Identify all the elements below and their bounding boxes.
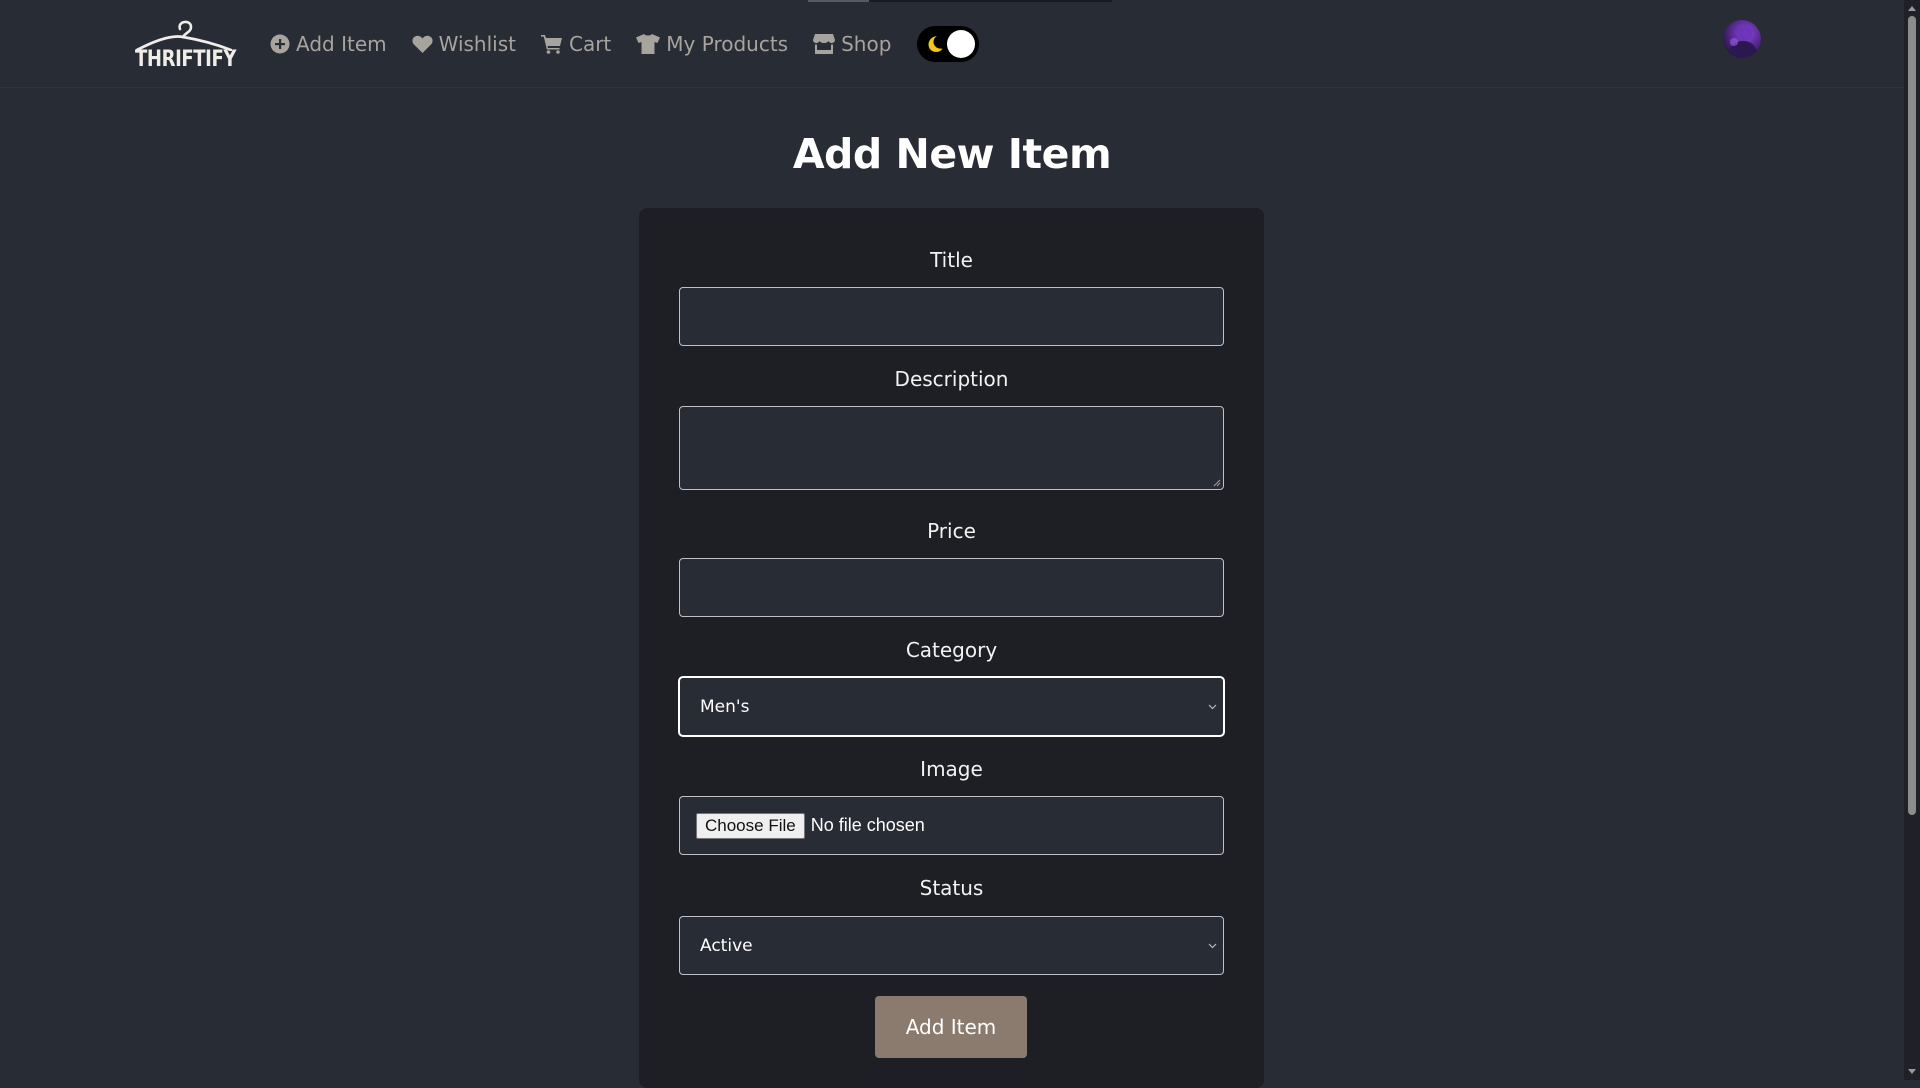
nav-my-products-label: My Products [666,32,789,56]
nav-add-item[interactable]: Add Item [270,32,387,56]
avatar[interactable] [1723,20,1761,58]
image-label: Image [920,757,983,781]
nav-cart-label: Cart [568,32,612,56]
toggle-knob [947,30,976,58]
status-select[interactable]: Active [679,916,1224,975]
nav-wishlist-label: Wishlist [438,32,516,56]
status-selected-value: Active [700,935,753,956]
category-select[interactable]: Men's [678,676,1225,737]
nav-links: Add Item Wishlist Cart My Products Shop [270,24,980,64]
title-label: Title [930,248,973,272]
nav-shop-label: Shop [841,32,892,56]
category-selected-value: Men's [700,696,750,717]
scrollbar[interactable] [1904,0,1920,1080]
theme-toggle[interactable] [917,26,980,62]
add-item-button[interactable]: Add Item [875,996,1027,1058]
store-icon [813,34,836,54]
plus-circle-icon [270,34,290,54]
file-status-text: No file chosen [810,815,925,835]
description-textarea[interactable] [679,406,1224,490]
scroll-down-arrow-icon[interactable] [1908,1069,1916,1074]
nav-cart[interactable]: Cart [540,32,612,56]
price-label: Price [927,519,976,543]
nav-add-item-label: Add Item [296,32,387,56]
image-file-input[interactable]: Choose File No file chosen [679,796,1224,855]
add-item-form: Title Description Price Category Men's I… [639,208,1264,1088]
description-wrapper [679,406,1224,490]
navbar: THRIFTIFY Add Item Wishlist Cart My Prod… [0,0,1904,88]
resize-grip-icon[interactable] [1213,479,1221,487]
chevron-down-icon [1208,704,1217,709]
logo[interactable]: THRIFTIFY [133,17,237,72]
scroll-thumb[interactable] [1908,16,1916,815]
logo-text: THRIFTIFY [135,47,237,72]
category-label: Category [905,638,998,662]
title-input[interactable] [679,287,1224,346]
shirt-icon [636,34,661,54]
cart-icon [540,35,562,54]
loading-indicator [808,0,1112,2]
choose-file-button[interactable]: Choose File [696,812,805,839]
price-input[interactable] [679,558,1224,617]
status-label: Status [919,876,984,900]
scroll-up-arrow-icon[interactable] [1908,6,1916,11]
page-title: Add New Item [792,130,1112,178]
description-label: Description [894,367,1009,391]
nav-my-products[interactable]: My Products [636,32,788,56]
nav-wishlist[interactable]: Wishlist [412,32,516,56]
chevron-down-icon [1208,943,1217,948]
heart-icon [412,35,433,53]
avatar-image [1727,26,1759,58]
nav-shop[interactable]: Shop [813,32,891,56]
hanger-icon [135,20,233,51]
moon-icon [928,36,943,52]
